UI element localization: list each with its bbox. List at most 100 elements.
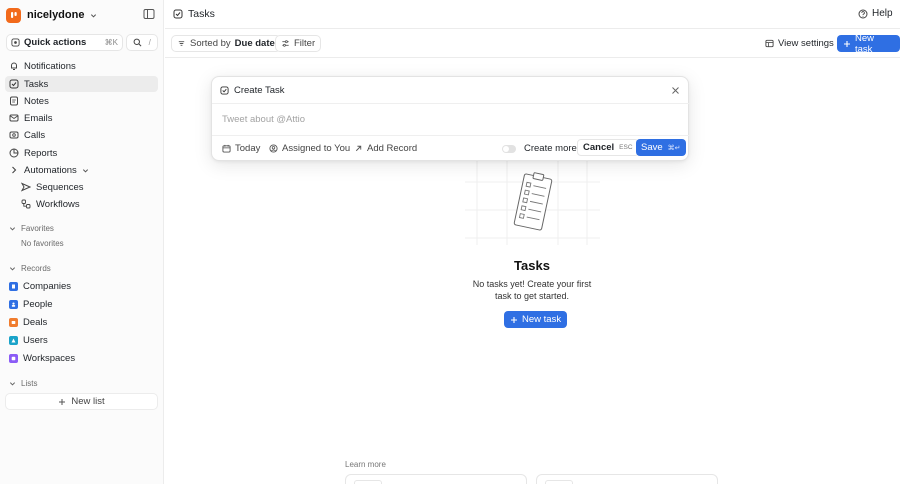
sidebar-item-label: Notes xyxy=(24,95,49,107)
sidebar-item-automations[interactable]: Automations xyxy=(5,162,158,178)
sidebar-item-users[interactable]: Users xyxy=(5,332,158,348)
sidebar-item-sequences[interactable]: Sequences xyxy=(17,179,158,195)
check-square-icon xyxy=(9,79,19,89)
sidebar-search-button[interactable]: / xyxy=(126,34,158,51)
lists-section-header[interactable]: Lists xyxy=(9,377,37,389)
assignee-label: Assigned to You xyxy=(282,143,351,154)
cancel-button[interactable]: Cancel ESC xyxy=(577,139,639,156)
save-label: Save xyxy=(641,142,663,153)
help-icon xyxy=(858,9,868,19)
learn-more-heading: Learn more xyxy=(345,460,386,469)
empty-state-title: Tasks xyxy=(514,258,550,273)
sidebar-item-workflows[interactable]: Workflows xyxy=(17,196,158,212)
favorites-section-header[interactable]: Favorites xyxy=(9,222,54,234)
sidebar-item-label: Notifications xyxy=(24,60,76,72)
sidebar-item-companies[interactable]: Companies xyxy=(5,278,158,294)
filter-label: Filter xyxy=(294,38,316,49)
building-icon xyxy=(9,281,18,291)
deal-icon xyxy=(9,317,18,327)
workspace-logo xyxy=(6,7,21,23)
view-settings-icon xyxy=(765,39,774,48)
favorites-title: Favorites xyxy=(21,223,54,233)
phone-icon xyxy=(9,130,19,140)
user-circle-icon xyxy=(269,144,278,153)
sidebar-item-tasks[interactable]: Tasks xyxy=(5,76,158,92)
sidebar-item-label: Deals xyxy=(23,316,48,328)
sort-button[interactable]: Sorted by Due date xyxy=(171,35,281,52)
sidebar-item-label: Tasks xyxy=(24,78,49,90)
mail-icon xyxy=(9,113,19,123)
sidebar-item-notifications[interactable]: Notifications xyxy=(5,58,158,74)
quick-actions-button[interactable]: Quick actions ⌘K xyxy=(6,34,123,51)
sidebar-item-people[interactable]: People xyxy=(5,296,158,312)
view-settings-label: View settings xyxy=(778,38,834,49)
learn-more-card[interactable] xyxy=(536,474,718,484)
empty-state-new-task-button[interactable]: New task xyxy=(504,311,568,328)
lists-title: Lists xyxy=(21,378,38,388)
sidebar-item-workspaces[interactable]: Workspaces xyxy=(5,350,158,366)
records-section-header[interactable]: Records xyxy=(9,262,51,274)
view-settings-button[interactable]: View settings xyxy=(759,35,840,52)
new-task-label: New task xyxy=(855,32,875,55)
person-icon xyxy=(9,299,18,309)
due-date-button[interactable]: Today xyxy=(222,143,260,154)
records-title: Records xyxy=(21,263,51,273)
add-record-label: Add Record xyxy=(367,143,418,154)
card-thumbnail xyxy=(545,480,573,484)
empty-state-button-label: New task xyxy=(522,314,562,325)
help-button[interactable]: Help xyxy=(858,8,893,19)
arrow-up-right-icon xyxy=(354,144,363,153)
report-icon xyxy=(9,148,19,158)
filter-button[interactable]: Filter xyxy=(275,35,322,52)
new-list-label: New list xyxy=(71,396,105,407)
plus-icon xyxy=(58,398,66,406)
create-task-modal: Create Task Today Assigned to You Add Re… xyxy=(211,76,690,161)
modal-footer: Today Assigned to You Add Record Create … xyxy=(212,135,690,161)
sidebar-item-notes[interactable]: Notes xyxy=(5,93,158,109)
sidebar-item-label: Sequences xyxy=(36,181,84,193)
task-input[interactable] xyxy=(222,112,662,126)
sort-value: Due date xyxy=(234,38,275,49)
modal-header: Create Task xyxy=(212,77,690,104)
workspace-name: nicelydone xyxy=(27,9,85,21)
page-title-label: Tasks xyxy=(188,8,215,20)
cancel-shortcut: ESC xyxy=(619,144,633,151)
sidebar-item-calls[interactable]: Calls xyxy=(5,127,158,143)
empty-state-description: No tasks yet! Create your first task to … xyxy=(472,279,592,301)
assignee-button[interactable]: Assigned to You xyxy=(269,143,350,154)
sequence-icon xyxy=(21,182,31,192)
calendar-icon xyxy=(222,144,231,153)
filter-icon xyxy=(281,39,290,48)
sidebar-item-emails[interactable]: Emails xyxy=(5,110,158,126)
sidebar-item-label: Companies xyxy=(23,280,72,292)
new-task-button[interactable]: New task xyxy=(837,32,900,55)
close-icon[interactable] xyxy=(671,86,680,95)
sidebar-item-label: Calls xyxy=(24,129,46,141)
workspace-switcher[interactable]: nicelydone xyxy=(6,6,97,24)
modal-title-label: Create Task xyxy=(234,85,285,96)
new-list-button[interactable]: New list xyxy=(5,393,158,410)
chevron-down-icon xyxy=(82,167,89,174)
sidebar-item-label: Reports xyxy=(24,147,58,159)
sidebar-toggle-icon[interactable] xyxy=(143,8,155,20)
create-more-toggle[interactable]: Create more xyxy=(502,143,577,154)
workflow-icon xyxy=(21,199,31,209)
sidebar-item-reports[interactable]: Reports xyxy=(5,145,158,161)
sidebar-item-deals[interactable]: Deals xyxy=(5,314,158,330)
plus-icon xyxy=(510,316,518,324)
toggle-switch[interactable] xyxy=(502,144,516,153)
add-record-button[interactable]: Add Record xyxy=(354,143,417,154)
chevron-down-icon xyxy=(90,12,97,19)
sidebar-item-label: Emails xyxy=(24,112,53,124)
help-label: Help xyxy=(872,8,893,19)
sort-icon xyxy=(177,39,186,48)
user-icon xyxy=(9,335,18,345)
save-shortcut: ⌘↵ xyxy=(667,144,681,152)
learn-more-card[interactable] xyxy=(345,474,527,484)
sidebar-item-label: Automations xyxy=(24,164,77,176)
sidebar-item-label: People xyxy=(23,298,53,310)
chevron-down-icon xyxy=(9,265,16,272)
save-button[interactable]: Save ⌘↵ xyxy=(636,139,686,156)
check-square-icon xyxy=(173,9,183,19)
search-shortcut: / xyxy=(148,38,151,47)
